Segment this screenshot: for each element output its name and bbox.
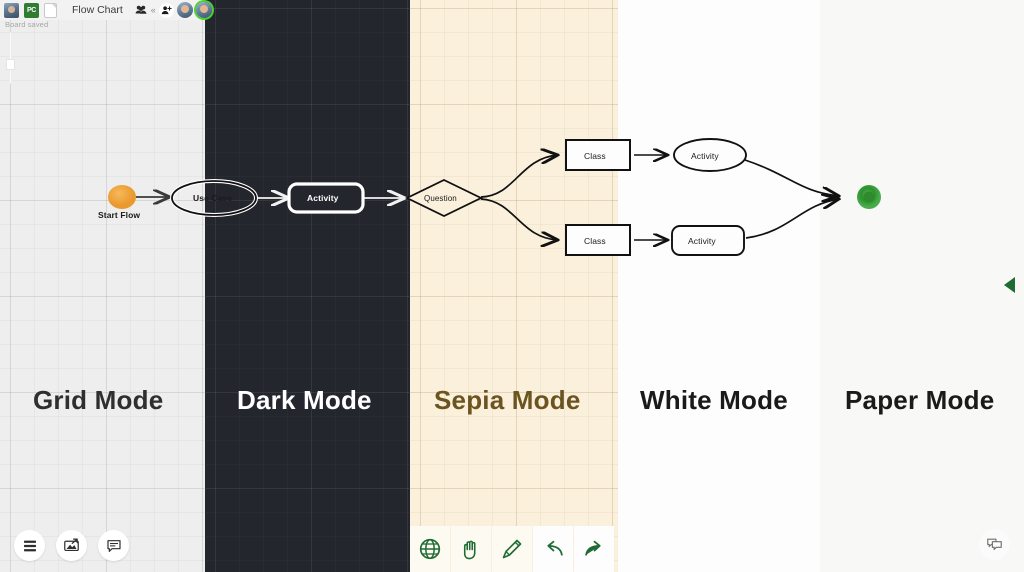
panel-expand-button[interactable] bbox=[1002, 276, 1018, 299]
mode-label-white: White Mode bbox=[640, 385, 788, 415]
export-image-button[interactable] bbox=[56, 530, 87, 561]
mode-label-sepia: Sepia Mode bbox=[434, 385, 581, 415]
node-label-class2: Class bbox=[584, 236, 606, 246]
group-icon[interactable] bbox=[134, 3, 148, 17]
layers-icon bbox=[23, 540, 36, 551]
undo-button[interactable] bbox=[533, 526, 573, 572]
mode-band-white[interactable] bbox=[618, 0, 820, 572]
header-actions: « bbox=[134, 2, 212, 18]
bottom-left-toolbar bbox=[14, 530, 129, 561]
grid-pattern-dark bbox=[205, 0, 410, 572]
bottom-right-toolbar bbox=[979, 529, 1010, 560]
node-label-activity1: Activity bbox=[307, 193, 339, 203]
export-image-icon bbox=[64, 538, 79, 552]
page-icon[interactable] bbox=[44, 2, 57, 18]
panel-expand-triangle-icon bbox=[1004, 277, 1015, 293]
mode-band-paper[interactable] bbox=[820, 0, 1024, 572]
mode-label-grid: Grid Mode bbox=[33, 385, 164, 415]
comment-icon bbox=[106, 539, 121, 552]
grid-pattern-grid bbox=[0, 0, 205, 572]
grid-pattern-white bbox=[618, 0, 820, 572]
mode-band-grid[interactable] bbox=[0, 0, 205, 572]
chat-icon bbox=[987, 538, 1002, 551]
share-globe-button[interactable] bbox=[410, 526, 450, 572]
globe-icon bbox=[419, 538, 441, 560]
board-saved-status: Board saved bbox=[5, 20, 49, 29]
draw-pencil-button[interactable] bbox=[492, 526, 532, 572]
grid-pattern-sepia bbox=[410, 0, 618, 572]
mode-band-dark[interactable] bbox=[205, 0, 410, 572]
whiteboard-app: Grid Mode Dark Mode Sepia Mode White Mod… bbox=[0, 0, 1024, 572]
board-title[interactable]: Flow Chart bbox=[72, 4, 123, 16]
pc-badge[interactable]: PC bbox=[24, 2, 39, 18]
zoom-slider-track[interactable] bbox=[9, 32, 12, 84]
mode-label-paper: Paper Mode bbox=[845, 385, 995, 415]
node-label-class1: Class bbox=[584, 151, 606, 161]
redo-button[interactable] bbox=[574, 526, 614, 572]
user-avatar[interactable] bbox=[4, 2, 19, 18]
pan-hand-button[interactable] bbox=[451, 526, 491, 572]
add-person-icon bbox=[161, 5, 172, 14]
collaborator-avatar-1[interactable] bbox=[176, 2, 193, 18]
chat-button[interactable] bbox=[979, 529, 1010, 560]
mode-band-sepia[interactable] bbox=[410, 0, 618, 572]
collaborator-avatar-2[interactable] bbox=[195, 2, 212, 18]
zoom-slider-thumb[interactable] bbox=[6, 59, 15, 70]
node-label-usecase: Use Case bbox=[193, 193, 233, 203]
zoom-slider[interactable] bbox=[6, 32, 15, 84]
bottom-center-toolbar bbox=[410, 526, 615, 572]
node-caption-start: Start Flow bbox=[98, 210, 141, 220]
collapse-chevron-icon[interactable]: « bbox=[151, 5, 156, 15]
hand-icon bbox=[463, 540, 476, 559]
node-label-question: Question bbox=[424, 194, 457, 203]
redo-icon bbox=[584, 540, 601, 556]
undo-icon bbox=[546, 540, 563, 556]
pencil-icon bbox=[502, 539, 522, 559]
app-header: PC Flow Chart « bbox=[0, 0, 212, 20]
node-label-activity2: Activity bbox=[691, 151, 719, 161]
layers-button[interactable] bbox=[14, 530, 45, 561]
comment-button[interactable] bbox=[98, 530, 129, 561]
mode-label-dark: Dark Mode bbox=[237, 385, 372, 415]
add-person-button[interactable] bbox=[158, 2, 174, 18]
grid-pattern-paper bbox=[820, 0, 1024, 572]
node-label-activity3: Activity bbox=[688, 236, 716, 246]
